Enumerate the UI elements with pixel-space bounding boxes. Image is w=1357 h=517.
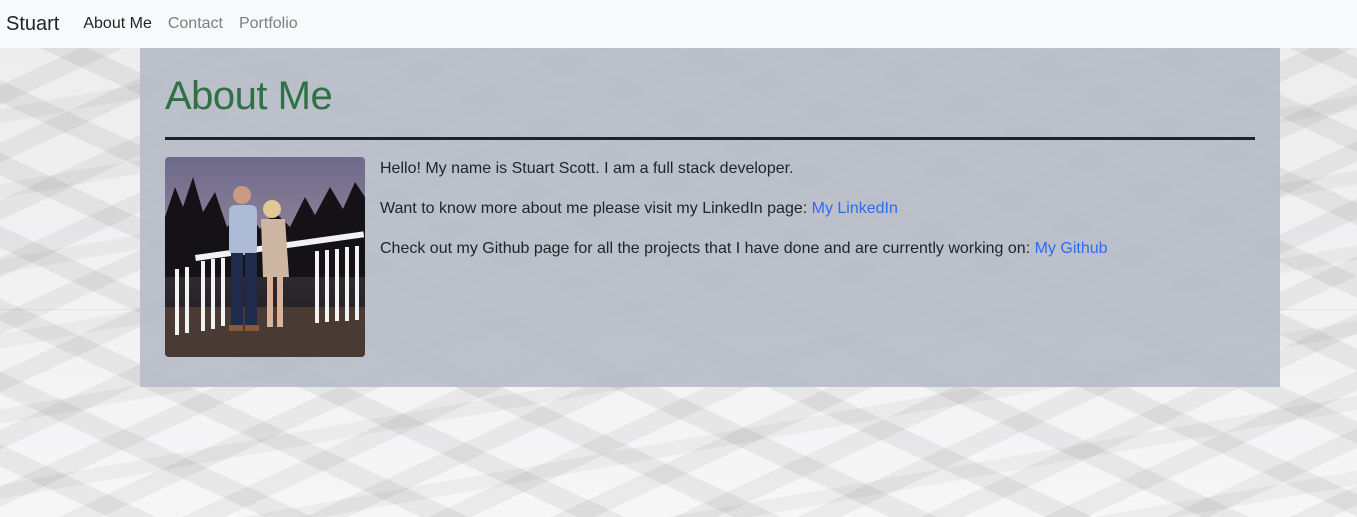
about-content: Hello! My name is Stuart Scott. I am a f… xyxy=(380,157,1260,277)
about-panel: About Me Hello! My name is Stuart Scott.… xyxy=(140,48,1280,387)
linkedin-paragraph: Want to know more about me please visit … xyxy=(380,197,1260,221)
navbar: Stuart About Me Contact Portfolio xyxy=(0,0,1357,48)
navbar-brand[interactable]: Stuart xyxy=(6,13,59,36)
github-paragraph: Check out my Github page for all the pro… xyxy=(380,237,1260,261)
profile-photo xyxy=(165,157,365,357)
github-link[interactable]: My Github xyxy=(1035,240,1108,257)
linkedin-text: Want to know more about me please visit … xyxy=(380,200,812,217)
nav-link-contact[interactable]: Contact xyxy=(168,15,223,33)
nav-link-about-me[interactable]: About Me xyxy=(83,15,151,33)
nav-link-portfolio[interactable]: Portfolio xyxy=(239,15,298,33)
intro-text: Hello! My name is Stuart Scott. I am a f… xyxy=(380,160,794,177)
github-text: Check out my Github page for all the pro… xyxy=(380,240,1035,257)
page-title: About Me xyxy=(165,74,333,118)
linkedin-link[interactable]: My LinkedIn xyxy=(812,200,898,217)
title-divider xyxy=(165,137,1255,140)
